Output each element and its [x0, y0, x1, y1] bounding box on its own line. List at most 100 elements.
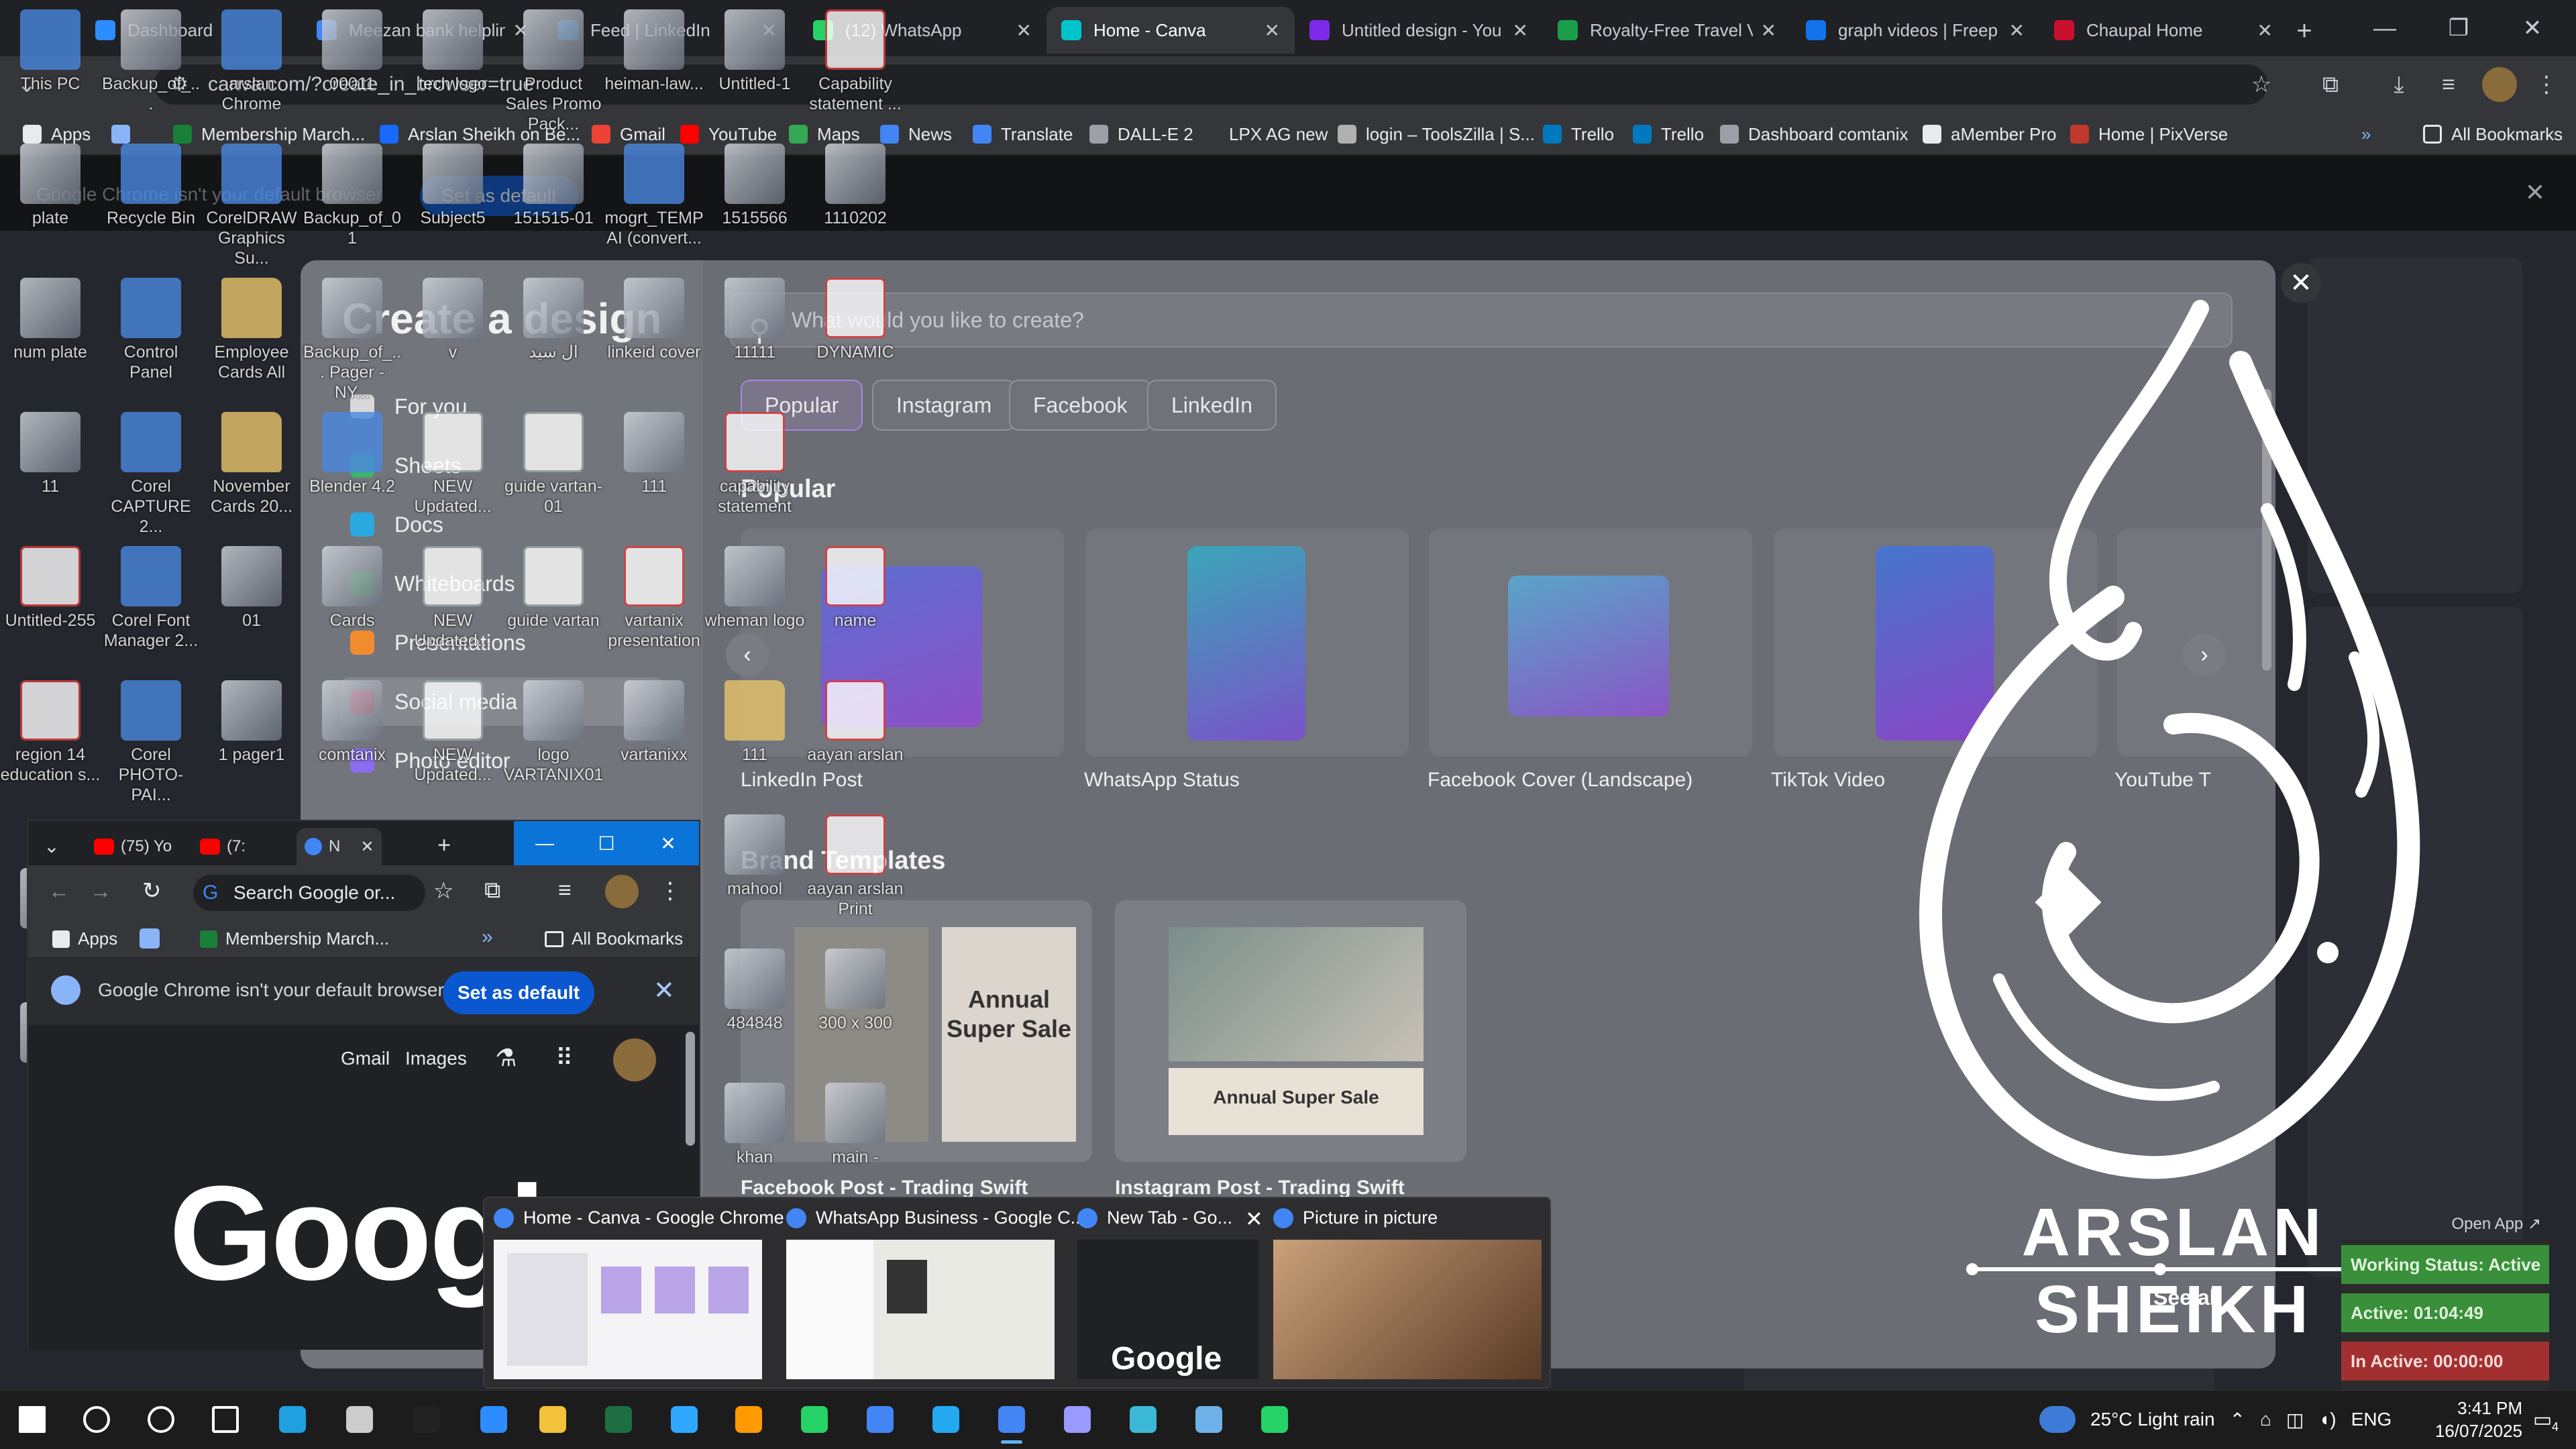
bookmarks-overflow-icon[interactable]: » [2361, 121, 2371, 148]
restore-icon[interactable]: ❐ [2422, 0, 2496, 56]
bookmark-translate[interactable]: Translate [973, 121, 1073, 148]
pill-popular[interactable]: Popular [741, 380, 863, 431]
menu-icon[interactable]: ⋮ [2529, 67, 2564, 102]
forward-icon[interactable]: → [90, 879, 111, 904]
labs-flask-icon[interactable]: ⚗ [495, 1044, 517, 1072]
taskbar-start[interactable] [8, 1395, 56, 1444]
tab-search-icon[interactable]: ⌄ [9, 67, 44, 102]
template-card-instagram-post[interactable]: Annual Super Sale [1115, 900, 1466, 1162]
tab-whatsapp[interactable]: (12) WhatsApp ✕ [798, 7, 1046, 54]
bookmark-star-icon[interactable]: ☆ [2244, 67, 2279, 102]
new-tab-icon[interactable]: + [429, 830, 459, 860]
weather-text[interactable]: 25°C Light rain [2090, 1409, 2215, 1430]
tab-chaupal[interactable]: Chaupal Home ✕ [2039, 7, 2288, 54]
taskbar-explorer[interactable] [529, 1395, 577, 1444]
tab-canva[interactable]: Home - Canva ✕ [1046, 7, 1295, 54]
preview-whatsapp[interactable]: WhatsApp Business - Google C... [777, 1198, 1085, 1387]
sidebar-item-for-you[interactable]: For you [341, 382, 663, 431]
bookmark-grid[interactable] [111, 121, 140, 148]
address-bar[interactable]: ⚙ canva.com/?create_in_browser=true [154, 64, 2267, 105]
bookmark-amember[interactable]: aMember Pro [1923, 121, 2057, 148]
template-card-facebook-post[interactable]: Annual Super Sale [741, 900, 1092, 1162]
volume-icon[interactable]: ◖) [2318, 1409, 2336, 1430]
close-window-icon[interactable]: ✕ [2496, 0, 2569, 56]
taskbar-app[interactable] [1119, 1395, 1167, 1444]
gmail-link[interactable]: Gmail [341, 1048, 390, 1069]
network-icon[interactable]: ⌂ [2260, 1409, 2271, 1430]
taskbar-chrome[interactable] [856, 1395, 904, 1444]
taskbar-terminal[interactable] [402, 1395, 451, 1444]
chevron-up-icon[interactable]: ⌃ [2230, 1409, 2245, 1431]
design-card-linkedin[interactable] [741, 529, 1064, 757]
mini-tab-newtab[interactable]: N ✕ [297, 828, 382, 865]
close-tab-icon[interactable]: ✕ [1265, 19, 1280, 42]
close-infobar-icon[interactable]: ✕ [653, 975, 675, 1006]
menu-icon[interactable]: ⋮ [659, 877, 682, 904]
set-default-button[interactable]: Set as default [420, 176, 578, 216]
sidebar-item-whiteboards[interactable]: Whiteboards [341, 559, 663, 608]
pill-instagram[interactable]: Instagram [872, 380, 1016, 431]
taskbar-whatsapp[interactable] [790, 1395, 839, 1444]
tab-search-icon[interactable]: ⌄ [35, 829, 68, 863]
notification-icon[interactable]: ▭ 4 [2528, 1406, 2559, 1434]
minimize-icon[interactable]: — [514, 821, 576, 865]
wifi-icon[interactable]: ◫ [2286, 1409, 2304, 1431]
taskbar-search[interactable] [72, 1395, 121, 1444]
tab-travel[interactable]: Royalty-Free Travel V ✕ [1543, 7, 1791, 54]
taskbar-photoshop[interactable] [660, 1395, 708, 1444]
taskbar-cortana[interactable] [137, 1395, 185, 1444]
close-tab-icon[interactable]: ✕ [1513, 19, 1528, 42]
taskbar-premiere[interactable] [1053, 1395, 1102, 1444]
sidebar-item-presentations[interactable]: Presentations [341, 619, 663, 667]
profile-avatar[interactable] [613, 1038, 656, 1081]
bookmark-pixverse[interactable]: Home | PixVerse [2070, 121, 2228, 148]
taskbar-chrome-active[interactable] [987, 1395, 1036, 1444]
taskbar-whatsapp-business[interactable] [1250, 1395, 1299, 1444]
bookmark-apps[interactable]: Apps [52, 928, 117, 949]
clock[interactable]: 3:41 PM 16/07/2025 [2408, 1397, 2522, 1442]
extensions-icon[interactable]: ⧉ [484, 877, 500, 904]
close-tab-icon[interactable]: ✕ [1016, 19, 1032, 42]
carousel-prev-icon[interactable]: ‹ [726, 633, 769, 676]
preview-picture-in-picture[interactable]: Picture in picture [1264, 1198, 1554, 1387]
pill-linkedin[interactable]: LinkedIn [1147, 380, 1277, 431]
close-tab-icon[interactable]: ✕ [1761, 19, 1776, 42]
bookmark-apps[interactable]: Apps [23, 121, 91, 148]
bookmark-youtube[interactable]: YouTube [680, 121, 777, 148]
profile-avatar[interactable] [605, 875, 639, 908]
taskbar-zoom[interactable] [470, 1395, 518, 1444]
scrollbar[interactable] [686, 1032, 695, 1146]
taskbar-pen[interactable] [335, 1395, 384, 1444]
close-tab-icon[interactable]: ✕ [2257, 19, 2273, 42]
pill-facebook[interactable]: Facebook [1009, 380, 1152, 431]
bookmark-toolszilla[interactable]: login – ToolsZilla | S... [1338, 121, 1535, 148]
taskbar-edge[interactable] [268, 1395, 317, 1444]
bookmark-trello-1[interactable]: Trello [1543, 121, 1614, 148]
media-icon[interactable]: ≡ [2431, 67, 2466, 102]
close-preview-icon[interactable]: ✕ [1245, 1206, 1263, 1232]
mini-tab-youtube-1[interactable]: (75) Yo [86, 828, 180, 865]
extensions-icon[interactable]: ⧉ [2313, 67, 2348, 102]
preview-new-tab[interactable]: New Tab - Go... ✕ Google [1068, 1198, 1263, 1387]
preview-canva[interactable]: Home - Canva - Google Chrome [484, 1198, 784, 1387]
open-app-link[interactable]: Open App ↗ [2341, 1214, 2549, 1234]
profile-avatar[interactable] [2482, 67, 2517, 102]
taskbar-task-view[interactable] [201, 1395, 250, 1444]
taskbar-vscode[interactable] [922, 1395, 970, 1444]
language[interactable]: ENG [2351, 1409, 2392, 1430]
media-icon[interactable]: ≡ [558, 877, 572, 904]
design-card-whatsapp[interactable] [1085, 529, 1409, 757]
grid-icon[interactable] [140, 928, 160, 949]
bookmark-dashboard-comtanix[interactable]: Dashboard comtanix [1720, 121, 1908, 148]
close-tab-icon[interactable]: ✕ [513, 19, 529, 42]
bookmark-trello-2[interactable]: Trello [1633, 121, 1704, 148]
design-card-facebook-cover[interactable] [1429, 529, 1752, 757]
bookmark-membership[interactable]: Membership March... [200, 928, 389, 949]
sidebar-item-sheets[interactable]: Sheets [341, 441, 663, 490]
all-bookmarks[interactable]: All Bookmarks [2423, 121, 2563, 148]
images-link[interactable]: Images [405, 1048, 467, 1069]
download-icon[interactable]: ⤓ [2381, 67, 2416, 102]
taskbar-calculator[interactable] [1185, 1395, 1233, 1444]
bookmark-lpx[interactable]: LPX AG new [1229, 121, 1328, 148]
set-default-button[interactable]: Set as default [443, 971, 594, 1014]
